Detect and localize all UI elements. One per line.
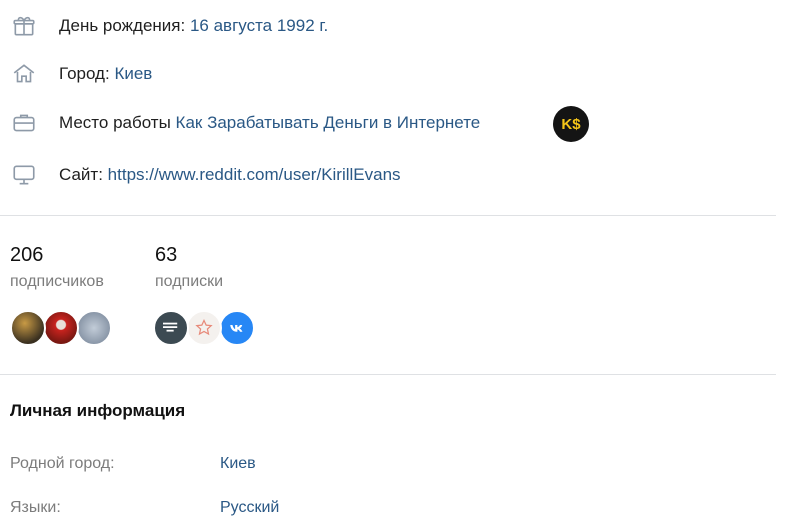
city-label: Город: bbox=[59, 64, 110, 83]
birthday-row: День рождения: 16 августа 1992 г. bbox=[59, 16, 328, 36]
hometown-link[interactable]: Киев bbox=[220, 455, 256, 473]
divider bbox=[0, 215, 776, 216]
birthday-label: День рождения: bbox=[59, 16, 186, 35]
city-link[interactable]: Киев bbox=[114, 64, 152, 83]
work-badge-text: K$ bbox=[561, 115, 581, 133]
work-label: Место работы bbox=[59, 113, 171, 132]
vk-icon bbox=[230, 325, 243, 332]
site-label: Сайт: bbox=[59, 165, 103, 184]
languages-label: Языки: bbox=[10, 499, 61, 516]
following-avatar[interactable] bbox=[219, 310, 255, 346]
following-count[interactable]: 63 bbox=[155, 244, 177, 267]
home-icon bbox=[10, 60, 38, 88]
work-row: Место работы Как Зарабатывать Деньги в И… bbox=[59, 113, 480, 133]
gift-icon bbox=[10, 12, 38, 40]
site-row: Сайт: https://www.reddit.com/user/Kirill… bbox=[59, 165, 401, 185]
city-row: Город: Киев bbox=[59, 64, 152, 84]
birthday-link[interactable]: 16 августа 1992 г. bbox=[190, 16, 328, 35]
following-avatar[interactable] bbox=[186, 310, 222, 346]
followers-label[interactable]: подписчиков bbox=[10, 273, 104, 291]
following-avatar[interactable] bbox=[153, 310, 189, 346]
monitor-icon bbox=[10, 161, 38, 189]
work-group-badge[interactable]: K$ bbox=[553, 106, 589, 142]
languages-link[interactable]: Русский bbox=[220, 499, 279, 517]
follower-avatar[interactable] bbox=[10, 310, 46, 346]
followers-count[interactable]: 206 bbox=[10, 244, 43, 267]
star-icon bbox=[195, 319, 213, 336]
follower-avatar[interactable] bbox=[43, 310, 79, 346]
hometown-label: Родной город: bbox=[10, 455, 115, 472]
section-title: Личная информация bbox=[10, 401, 186, 420]
site-link[interactable]: https://www.reddit.com/user/KirillEvans bbox=[108, 165, 401, 184]
briefcase-icon bbox=[10, 109, 38, 137]
follower-avatar[interactable] bbox=[76, 310, 112, 346]
divider bbox=[0, 374, 776, 375]
work-link[interactable]: Как Зарабатывать Деньги в Интернете bbox=[176, 113, 481, 132]
following-label[interactable]: подписки bbox=[155, 273, 223, 291]
